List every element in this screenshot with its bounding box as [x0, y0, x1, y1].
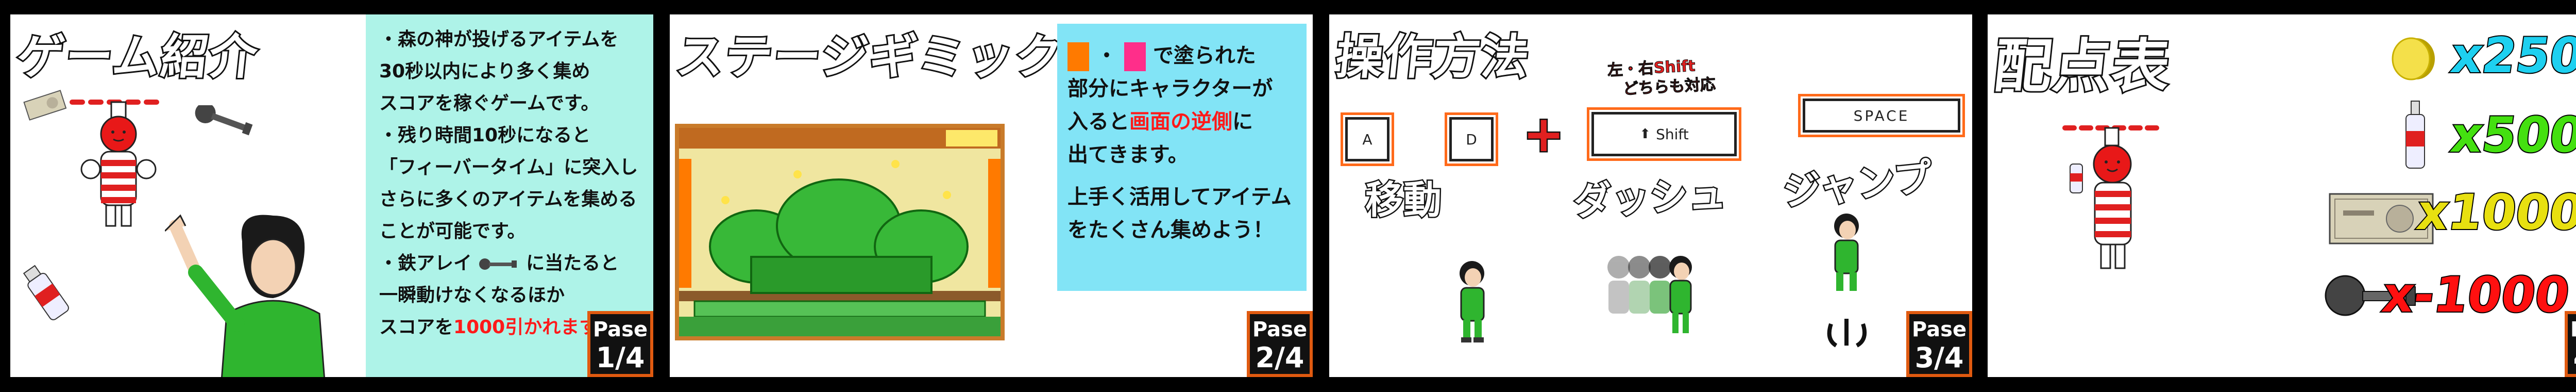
- line-1: ・森の神が投げるアイテムを: [379, 29, 619, 50]
- key-shift: ⬆ Shift: [1587, 107, 1741, 161]
- line-7: ことが可能です。: [379, 221, 526, 242]
- badge-number: 2/4: [1255, 341, 1304, 374]
- line-3b: 画面の逆側: [1129, 110, 1232, 134]
- line-5: 「フィーバータイム」に突入し: [379, 157, 638, 178]
- line-2: 部分にキャラクターが: [1067, 77, 1273, 101]
- page-title: ゲーム紹介: [13, 28, 262, 86]
- page-3-panel: 操作方法 A D + 左・右Shift どちらも対応 ⬆ Shift SPACE…: [1329, 14, 1972, 377]
- page-2-panel: ステージギミック ・ で塗られた 部分にキャラクターが 入ると画面の逆側に 出て: [670, 14, 1313, 377]
- line-3: 入ると画面の逆側に: [1067, 105, 1296, 138]
- plus-sign: +: [1521, 104, 1565, 165]
- score-banknote: x10000: [2413, 184, 2576, 242]
- line-3a: 入ると: [1067, 110, 1129, 134]
- page-badge: Pase 3/4: [1906, 311, 1972, 377]
- line-6: をたくさん集めよう！: [1067, 218, 1274, 242]
- dumbbell-inline-icon: [479, 258, 517, 270]
- line-8a: ・鉄アレイ: [379, 253, 472, 274]
- player-dash-sprites: [1607, 256, 1692, 333]
- vodka-bottle-icon: [2405, 101, 2425, 169]
- score-dumbbell: x-1000: [2378, 266, 2574, 324]
- dash-label: ダッシュ: [1571, 171, 1728, 225]
- page-4-panel: 配点表 x2500 x5000 x10000 x-1000: [1988, 14, 2576, 377]
- orange-swatch: [1067, 42, 1089, 71]
- line-4: ・残り時間10秒になると: [379, 125, 591, 146]
- page-title: ステージギミック: [672, 28, 1067, 86]
- line-1: ・ で塗られた: [1067, 39, 1296, 72]
- shift-note-1: 左・右Shift: [1607, 57, 1696, 80]
- page-badge: Pase 4/4: [2565, 311, 2576, 377]
- line-5: 上手く活用してアイテム: [1067, 185, 1292, 209]
- page-1-panel: ゲーム紹介 ・森の神が投げるアイテムを 30秒以内により多く集め スコアを稼ぐゲ…: [10, 14, 653, 377]
- badge-label: Pase: [1252, 318, 1308, 341]
- key-a: A: [1341, 112, 1394, 166]
- page-title: 操作方法: [1332, 28, 1534, 86]
- vodka-bottle-icon: [23, 265, 69, 320]
- badge-number: 1/4: [596, 341, 645, 374]
- line-4: 出てきます。: [1067, 143, 1189, 167]
- badge-label: Pase: [1911, 318, 1967, 341]
- gimmick-text-box: ・ で塗られた 部分にキャラクターが 入ると画面の逆側に 出てきます。 上手く活…: [1057, 24, 1307, 291]
- shift-label: Shift: [1656, 125, 1689, 143]
- page-badge: Pase 1/4: [587, 311, 653, 377]
- girl-character: [165, 214, 325, 377]
- page-title: 配点表: [1989, 31, 2176, 102]
- line-9: 一瞬動けなくなるほか: [379, 285, 565, 306]
- line-6: さらに多くのアイテムを集める: [379, 189, 637, 210]
- shift-note-2: どちらも対応: [1622, 75, 1717, 99]
- move-label: 移動: [1364, 177, 1443, 224]
- badge-number: 4/4: [2568, 342, 2576, 374]
- forest-god-character: [2061, 124, 2162, 269]
- jump-label: ジャンプ: [1780, 154, 1935, 216]
- key-space: SPACE: [1798, 94, 1965, 137]
- line-2: 30秒以内により多く集め: [379, 61, 590, 82]
- dumbbell-icon: [195, 105, 253, 136]
- player-walk-sprite: [1460, 261, 1485, 342]
- score-coin: x2500: [2446, 27, 2576, 85]
- page-badge: Pase 2/4: [1247, 311, 1313, 377]
- line-10a: スコアを: [379, 317, 454, 338]
- line-8b: に当たると: [526, 253, 619, 274]
- key-d: D: [1445, 112, 1498, 166]
- forest-god-character: [68, 98, 169, 227]
- badge-label: Pase: [592, 318, 648, 341]
- coin-icon: [2392, 37, 2435, 80]
- line-1-text: で塗られた: [1153, 44, 1256, 68]
- line-3c: に: [1232, 110, 1253, 134]
- line-8: ・鉄アレイ に当たると: [379, 248, 640, 280]
- shift-arrow-icon: ⬆: [1639, 126, 1651, 142]
- badge-label: Pase: [2568, 317, 2576, 342]
- pink-swatch: [1124, 42, 1146, 71]
- line-3: スコアを稼ぐゲームです。: [379, 93, 600, 114]
- player-jump-sprite: [1827, 214, 1867, 348]
- score-vodka: x5000: [2446, 106, 2576, 165]
- stage-image: [679, 128, 1001, 336]
- gameplay-screenshot: [675, 124, 1005, 340]
- separator: ・: [1096, 44, 1117, 68]
- badge-number: 3/4: [1914, 341, 1964, 374]
